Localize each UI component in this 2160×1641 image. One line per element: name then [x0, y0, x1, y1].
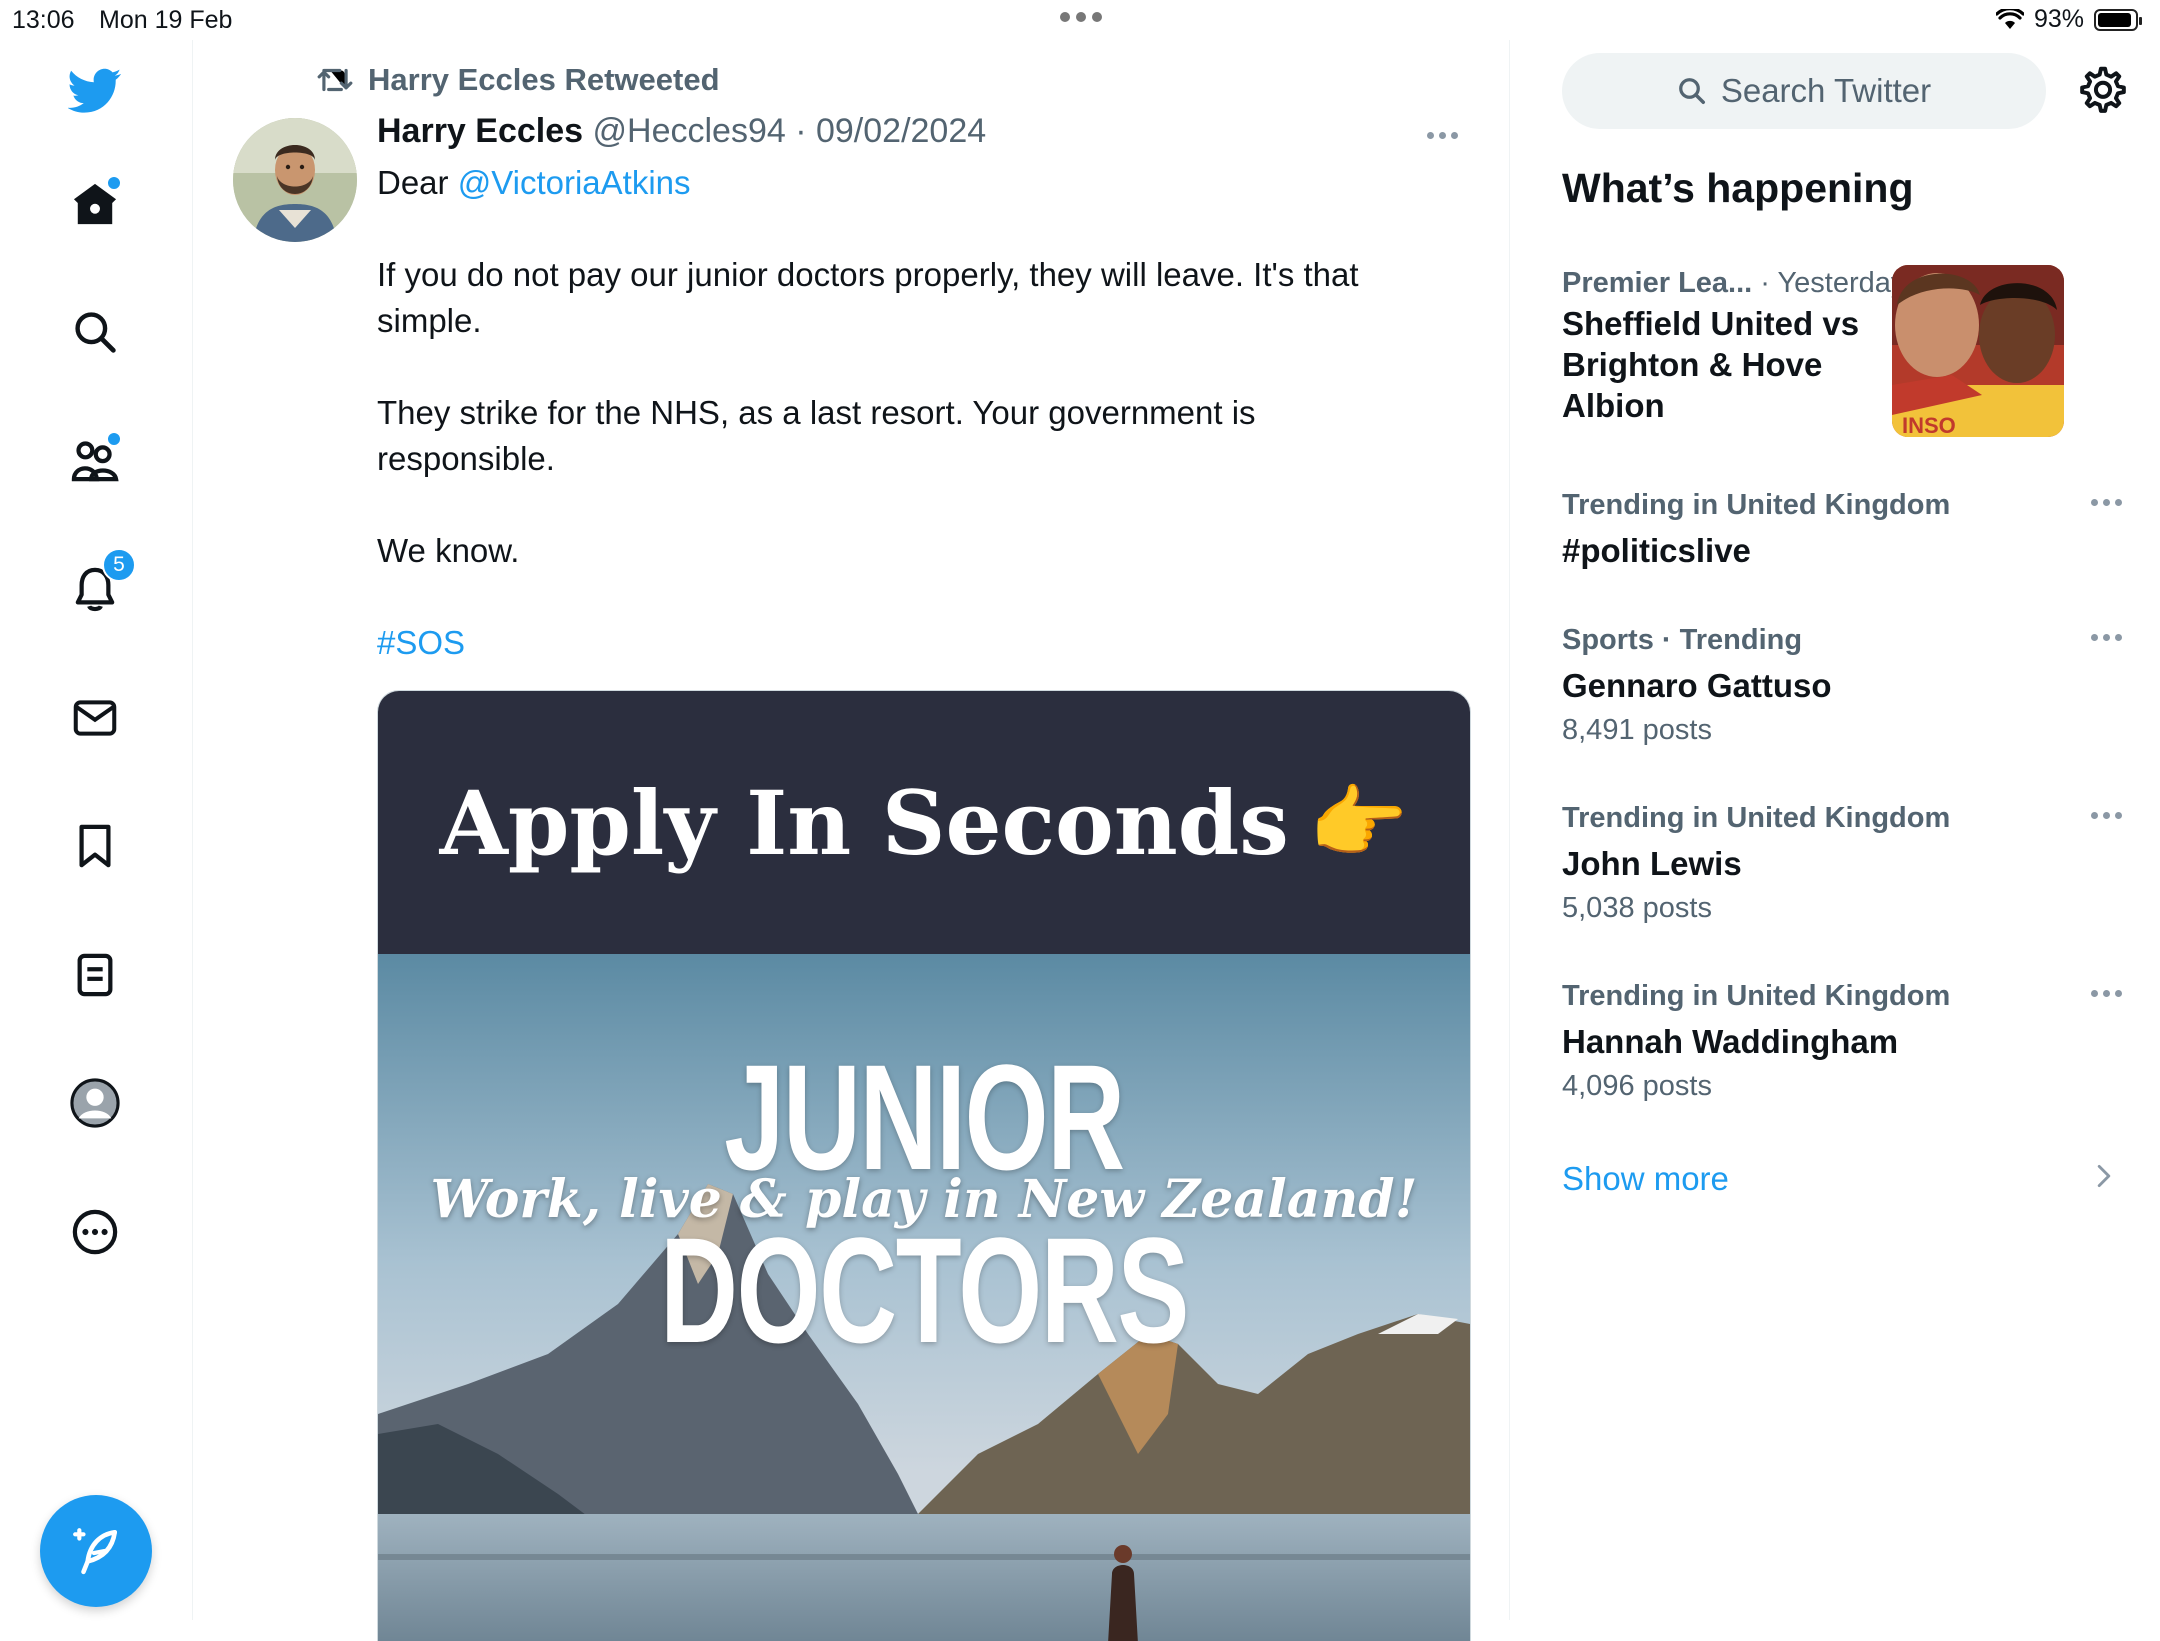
compose-feather-icon	[73, 1528, 118, 1575]
left-navigation: 5	[0, 40, 193, 1620]
lists-icon[interactable]	[66, 946, 124, 1004]
tweet-paragraph-3: We know.	[377, 532, 520, 569]
communities-icon[interactable]	[66, 431, 124, 489]
tweet-header: Harry Eccles @Heccles94 · 09/02/2024	[377, 112, 986, 151]
tweet-text: Dear @VictoriaAtkins If you do not pay o…	[377, 160, 1417, 666]
author-name[interactable]: Harry Eccles	[377, 112, 583, 150]
search-icon[interactable]	[66, 303, 124, 361]
tweet-paragraph-2: They strike for the NHS, as a last resor…	[377, 394, 1256, 477]
trend-post-count: 4,096 posts	[1562, 1070, 1712, 1102]
trend-post-count: 8,491 posts	[1562, 714, 1712, 746]
trend-category: Premier Lea...	[1562, 267, 1753, 299]
wifi-icon	[1995, 8, 2024, 29]
trend-more-options-icon[interactable]	[2091, 634, 2122, 641]
retweet-context: Harry Eccles Retweeted	[316, 62, 720, 98]
multitasking-dots-icon[interactable]	[1060, 12, 1102, 22]
tweet-greeting: Dear	[377, 164, 458, 201]
svg-text:INSO: INSO	[1902, 413, 1956, 437]
status-time: 13:06	[12, 6, 75, 34]
media-banner: Apply In Seconds 👉	[378, 691, 1470, 954]
status-date: Mon 19 Feb	[99, 6, 233, 34]
trend-title: Gennaro Gattuso	[1562, 667, 1832, 704]
search-placeholder: Search Twitter	[1720, 72, 1932, 109]
more-icon[interactable]	[66, 1203, 124, 1261]
trend-more-options-icon[interactable]	[2091, 990, 2122, 997]
retweet-label: Harry Eccles Retweeted	[368, 62, 720, 97]
trend-category: Trending in United Kingdom	[1562, 802, 1951, 834]
profile-icon[interactable]	[66, 1074, 124, 1132]
author-avatar[interactable]	[233, 118, 357, 242]
trend-more-options-icon[interactable]	[2091, 499, 2122, 506]
right-sidebar: Search Twitter What’s happening Premier …	[1509, 40, 2160, 1620]
trend-time: · Yesterday	[1760, 267, 1906, 299]
tweet-media-image[interactable]: Apply In Seconds 👉 JUNIOR DOCTORS Work, …	[377, 690, 1471, 1641]
tweet[interactable]: Harry Eccles Retweeted Harry Eccles @Hec…	[193, 40, 1508, 1641]
home-icon[interactable]	[66, 175, 124, 233]
trend-post-count: 5,038 posts	[1562, 892, 1712, 924]
notifications-badge: 5	[102, 548, 136, 582]
show-more-link[interactable]: Show more	[1562, 1160, 1729, 1198]
trend-title: Sheffield United vs Brighton & Hove Albi…	[1562, 305, 1860, 424]
search-bar[interactable]: Search Twitter	[1562, 53, 2046, 129]
messages-icon[interactable]	[66, 689, 124, 747]
trend-item[interactable]: Sports · Trending Gennaro Gattuso 8,491 …	[1562, 620, 2122, 752]
tweet-paragraph-1: If you do not pay our junior doctors pro…	[377, 256, 1359, 339]
pointing-hand-icon: 👉	[1308, 775, 1409, 869]
trend-thumbnail[interactable]: INSO	[1892, 265, 2064, 437]
bookmarks-icon[interactable]	[66, 817, 124, 875]
trend-item[interactable]: Trending in United Kingdom John Lewis 5,…	[1562, 798, 2122, 930]
chevron-right-icon	[2097, 1164, 2111, 1188]
trend-category: Trending in United Kingdom	[1562, 489, 1951, 521]
retweet-icon	[317, 68, 353, 92]
battery-percentage: 93%	[2033, 5, 2084, 33]
status-bar: 13:06 Mon 19 Feb 93%	[0, 0, 2160, 40]
communities-new-dot	[106, 431, 122, 447]
mention-link[interactable]: @VictoriaAtkins	[458, 164, 691, 201]
search-bar-icon	[1678, 78, 1705, 104]
home-new-dot	[106, 175, 122, 191]
author-handle[interactable]: @Heccles94	[593, 112, 786, 150]
trend-item[interactable]: Trending in United Kingdom Hannah Waddin…	[1562, 976, 2122, 1108]
settings-gear-icon[interactable]	[2078, 65, 2128, 115]
trend-more-options-icon[interactable]	[2091, 812, 2122, 819]
whats-happening-title: What’s happening	[1562, 165, 1914, 211]
tweet-more-options-icon[interactable]	[1427, 132, 1458, 139]
hashtag-link[interactable]: #SOS	[377, 624, 465, 661]
battery-icon	[2094, 8, 2142, 31]
trend-item[interactable]: Trending in United Kingdom #politicslive	[1562, 485, 2122, 571]
status-indicators: 93%	[1995, 5, 2142, 34]
twitter-logo-icon[interactable]	[66, 62, 124, 120]
trend-category: Trending in United Kingdom	[1562, 980, 1951, 1012]
trend-category: Sports · Trending	[1562, 624, 1803, 656]
trend-title: John Lewis	[1562, 845, 1742, 882]
notifications-icon[interactable]: 5	[66, 548, 136, 618]
trend-title: #politicslive	[1562, 532, 1751, 569]
header-separator: ·	[785, 112, 816, 150]
media-banner-text: Apply In Seconds	[439, 770, 1289, 875]
media-tagline: Work, live & play in New Zealand!	[430, 1169, 1418, 1230]
tweet-date[interactable]: 09/02/2024	[816, 112, 986, 150]
compose-tweet-button[interactable]	[40, 1495, 152, 1607]
trend-title: Hannah Waddingham	[1562, 1023, 1899, 1060]
